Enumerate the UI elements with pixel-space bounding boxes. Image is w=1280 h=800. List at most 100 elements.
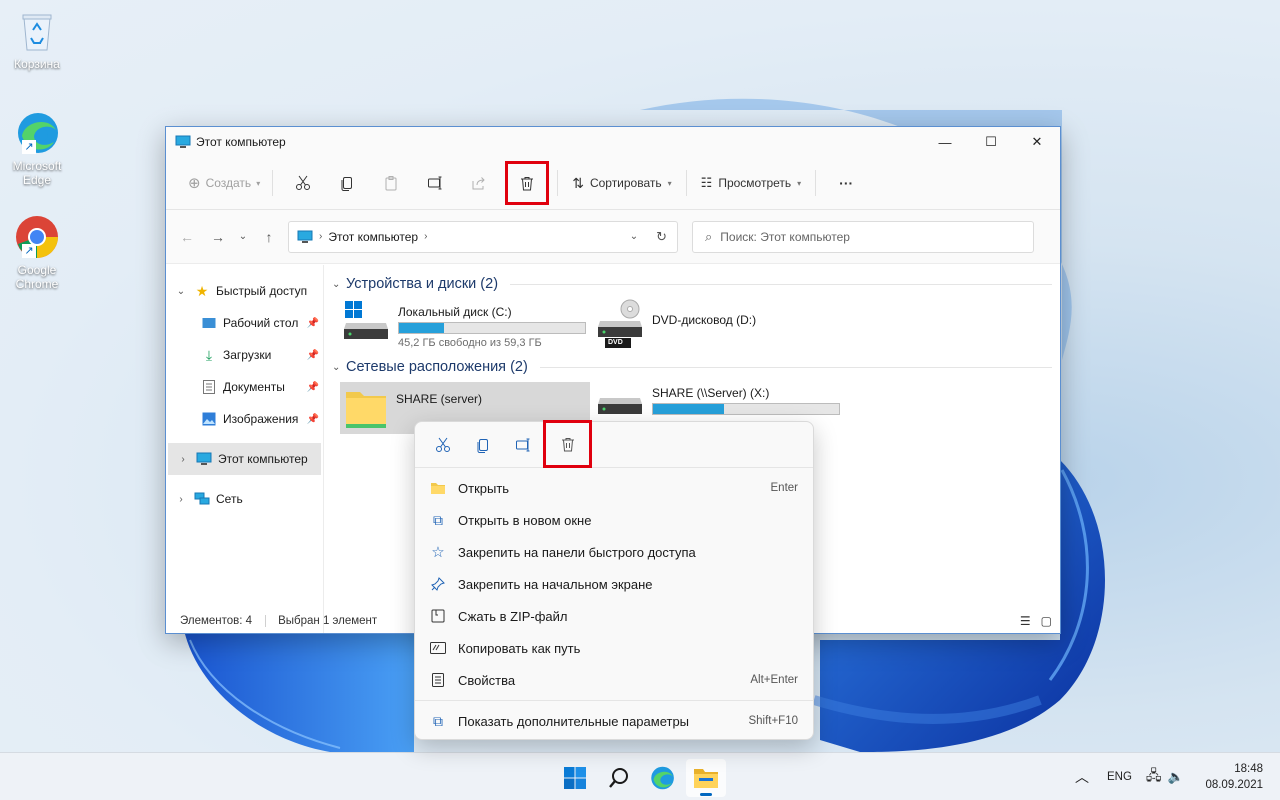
back-button[interactable]: ← — [170, 222, 204, 252]
network-icon — [194, 491, 210, 507]
network-folder-icon — [340, 382, 396, 434]
nav-quick-access[interactable]: ⌄ ★ Быстрый доступ — [166, 275, 323, 307]
group-devices[interactable]: ⌄ Устройства и диски (2) — [332, 276, 1052, 292]
navigation-pane: ⌄ ★ Быстрый доступ Рабочий стол 📌 ⤓ Загр… — [166, 265, 324, 633]
drive-d-tile[interactable]: DVD DVD-дисковод (D:) — [596, 299, 796, 351]
search-box[interactable]: ⌕ Поиск: Этот компьютер — [692, 220, 1034, 253]
ctx-pin-quick-access[interactable]: ☆ Закрепить на панели быстрого доступа — [415, 536, 813, 568]
nav-this-pc[interactable]: › Этот компьютер — [168, 443, 321, 475]
cut-button[interactable] — [281, 164, 325, 202]
rename-icon — [428, 176, 442, 190]
ctx-properties[interactable]: Свойства Alt+Enter — [415, 664, 813, 696]
toolbar-separator — [272, 170, 274, 196]
share-button[interactable] — [457, 164, 501, 202]
nav-documents[interactable]: Документы 📌 — [166, 371, 323, 403]
minimize-button[interactable]: — — [922, 127, 968, 157]
group-network[interactable]: ⌄ Сетевые расположения (2) — [332, 359, 1052, 375]
paste-button[interactable] — [369, 164, 413, 202]
address-box[interactable]: › Этот компьютер › ⌄ ↻ — [288, 220, 678, 253]
search-icon — [609, 768, 628, 788]
chevron-right-icon[interactable]: › — [173, 494, 189, 505]
view-button[interactable]: ☷ Просмотреть ▾ — [695, 164, 808, 202]
taskbar-edge-button[interactable] — [642, 759, 682, 797]
ctx-cut-button[interactable] — [423, 426, 463, 464]
chevron-down-icon: ▾ — [256, 178, 261, 188]
share-icon — [472, 177, 485, 190]
ctx-divider — [415, 700, 813, 701]
ctx-rename-button[interactable] — [503, 426, 543, 464]
ctx-show-more-options[interactable]: ⧉ Показать дополнительные параметры Shif… — [415, 705, 813, 737]
refresh-icon[interactable]: ↻ — [656, 229, 667, 245]
search-button[interactable] — [599, 759, 639, 797]
copy-path-icon — [429, 639, 447, 657]
ctx-label: Показать дополнительные параметры — [458, 713, 690, 729]
dvd-badge: DVD — [608, 339, 623, 346]
chevron-down-icon[interactable]: ⌄ — [332, 279, 346, 290]
sort-label: Сортировать — [589, 176, 662, 190]
ctx-pin-start[interactable]: Закрепить на начальном экране — [415, 568, 813, 600]
ctx-copy-button[interactable] — [463, 426, 503, 464]
maximize-button[interactable]: ☐ — [968, 127, 1014, 157]
scissors-icon — [296, 175, 311, 190]
desktop-icon-recycle-bin[interactable]: Корзина — [0, 8, 74, 71]
ctx-copy-as-path[interactable]: Копировать как путь — [415, 632, 813, 664]
open-new-window-icon: ⧉ — [433, 511, 443, 528]
trash-icon — [521, 177, 534, 191]
chevron-down-icon: ▾ — [797, 178, 802, 188]
pin-icon: 📌 — [306, 349, 319, 361]
recent-locations-button[interactable]: ⌄ — [232, 222, 254, 252]
more-options-button[interactable]: ··· — [824, 164, 868, 202]
breadcrumb-this-pc[interactable]: Этот компьютер — [328, 230, 418, 244]
create-button[interactable]: ⊕ Создать ▾ — [184, 164, 264, 202]
delete-button[interactable] — [505, 161, 550, 205]
sort-button[interactable]: ⇅ Сортировать ▾ — [566, 164, 677, 202]
network-status-icon[interactable]: 🖧 — [1146, 765, 1162, 789]
up-button[interactable]: ↑ — [254, 222, 284, 252]
nav-network[interactable]: › Сеть — [166, 483, 323, 515]
copy-icon — [477, 438, 488, 453]
nav-desktop[interactable]: Рабочий стол 📌 — [166, 307, 323, 339]
selection-count: Выбран 1 элемент — [265, 615, 377, 627]
ctx-shortcut: Enter — [770, 482, 799, 494]
desktop-icon-edge[interactable]: ↗ Microsoft Edge — [0, 110, 74, 187]
group-header: Сетевые расположения (2) — [346, 359, 528, 375]
item-count: Элементов: 4 — [180, 615, 253, 627]
toolbar-separator — [815, 170, 817, 196]
clock[interactable]: 18:48 08.09.2021 — [1205, 761, 1263, 793]
rename-button[interactable] — [413, 164, 457, 202]
title-bar[interactable]: Этот компьютер — ☐ ✕ — [166, 127, 1060, 157]
start-button[interactable] — [555, 759, 595, 797]
ctx-shortcut: Shift+F10 — [748, 715, 798, 727]
chevron-right-icon[interactable]: › — [175, 454, 191, 465]
forward-button[interactable]: → — [204, 222, 232, 252]
nav-label: Изображения — [223, 412, 299, 426]
nav-label: Рабочий стол — [223, 316, 299, 330]
desktop-icon-chrome[interactable]: ↗ Google Chrome — [0, 214, 74, 291]
context-menu: Открыть Enter ⧉ Открыть в новом окне ☆ З… — [414, 420, 814, 740]
language-indicator[interactable]: ENG — [1107, 771, 1132, 783]
nav-downloads[interactable]: ⤓ Загрузки 📌 — [166, 339, 323, 371]
ctx-open[interactable]: Открыть Enter — [415, 472, 813, 504]
chevron-down-icon[interactable]: ⌄ — [630, 231, 638, 242]
drive-name: Локальный диск (C:) — [398, 305, 512, 319]
taskbar-explorer-button[interactable] — [686, 759, 726, 797]
chevron-up-icon[interactable]: ︿ — [1075, 767, 1089, 787]
drive-c-tile[interactable]: Локальный диск (C:) 45,2 ГБ свободно из … — [342, 299, 588, 351]
desktop-icon-label: Microsoft Edge — [12, 159, 62, 187]
ctx-delete-button[interactable] — [543, 420, 592, 468]
copy-button[interactable] — [325, 164, 369, 202]
chevron-down-icon[interactable]: ⌄ — [173, 286, 189, 297]
address-bar-row: ← → ⌄ ↑ › Этот компьютер › ⌄ ↻ ⌕ Поиск: … — [166, 210, 1060, 264]
close-button[interactable]: ✕ — [1014, 127, 1060, 157]
ctx-open-new-window[interactable]: ⧉ Открыть в новом окне — [415, 504, 813, 536]
nav-pictures[interactable]: Изображения 📌 — [166, 403, 323, 435]
details-view-icon[interactable]: ☰ — [1020, 614, 1031, 628]
active-indicator — [700, 793, 712, 796]
volume-icon[interactable]: 🔈 — [1168, 769, 1184, 785]
drive-usage-fill — [653, 404, 724, 414]
chevron-down-icon[interactable]: ⌄ — [332, 362, 346, 373]
pin-icon: 📌 — [306, 317, 319, 329]
tiles-view-icon[interactable]: ▢ — [1041, 614, 1052, 628]
ctx-compress-zip[interactable]: Сжать в ZIP-файл — [415, 600, 813, 632]
more-icon: ··· — [839, 175, 854, 191]
